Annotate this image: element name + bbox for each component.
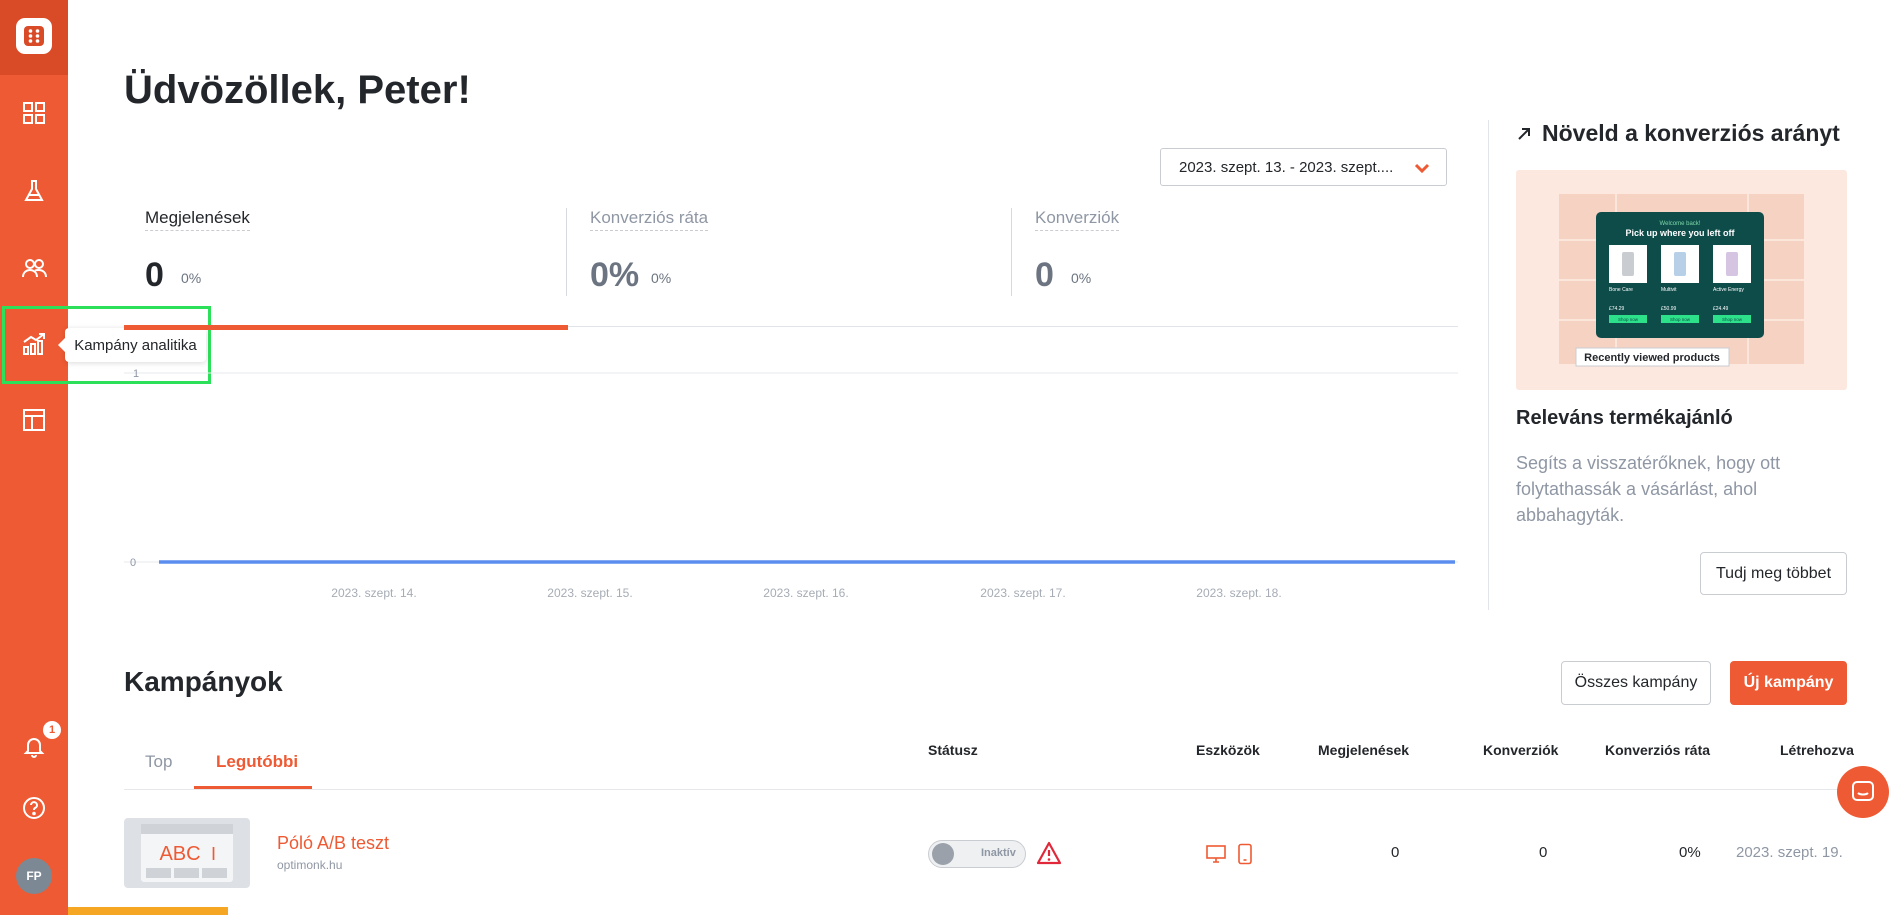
desktop-icon	[1206, 845, 1226, 863]
popup-preview-illustration: Welcome back! Pick up where you left off…	[1559, 194, 1804, 367]
active-kpi-indicator	[124, 325, 568, 330]
flask-icon	[24, 180, 44, 201]
nav-templates[interactable]	[0, 390, 68, 450]
page-title: Üdvözöllek, Peter!	[124, 68, 471, 112]
nav-help[interactable]	[0, 778, 68, 838]
column-header-devices[interactable]: Eszközök	[1196, 742, 1260, 758]
kpi-label: Konverziós ráta	[590, 208, 709, 231]
kpi-value: 0	[1035, 256, 1054, 294]
user-avatar[interactable]: FP	[16, 858, 52, 894]
x-tick-label: 2023. szept. 17.	[980, 586, 1065, 600]
chevron-down-icon	[1414, 163, 1430, 174]
learn-more-button[interactable]: Tudj meg többet	[1700, 552, 1847, 595]
product-price: £50.99	[1661, 306, 1677, 312]
kpi-label: Megjelenések	[145, 208, 250, 231]
logo-area[interactable]	[0, 0, 68, 75]
campaigns-title: Kampányok	[124, 666, 283, 697]
tab-top[interactable]: Top	[145, 752, 172, 772]
tab-recent[interactable]: Legutóbbi	[216, 752, 298, 772]
bell-icon	[23, 738, 45, 758]
campaign-preview-image: ABC I	[141, 824, 233, 882]
layout-icon	[23, 409, 45, 431]
product-name: Bone Care	[1609, 287, 1633, 293]
thumbnail-text: ABC	[159, 843, 200, 865]
kpi-value: 0%	[590, 256, 640, 294]
campaign-thumbnail[interactable]: ABC I	[124, 818, 250, 888]
campaign-conversions: 0	[1539, 844, 1548, 861]
kpi-label: Konverziók	[1035, 208, 1120, 231]
column-header-conversions[interactable]: Konverziók	[1483, 742, 1558, 758]
date-range-picker[interactable]: 2023. szept. 13. - 2023. szept....	[1160, 148, 1447, 186]
x-tick-label: 2023. szept. 16.	[763, 586, 848, 600]
recommendation-preview-image[interactable]: Welcome back! Pick up where you left off…	[1516, 170, 1847, 390]
all-campaigns-button[interactable]: Összes kampány	[1561, 661, 1711, 705]
campaign-domain: optimonk.hu	[277, 858, 343, 872]
recommendation-title: Növeld a konverziós arányt	[1516, 120, 1840, 147]
notification-badge: 1	[43, 721, 61, 739]
product-cta: Shop now	[1618, 317, 1639, 322]
kpi-divider	[566, 208, 567, 296]
status-toggle[interactable]: Inaktív	[928, 840, 1026, 868]
warning-icon[interactable]	[1036, 841, 1062, 865]
y-tick-label: 1	[133, 368, 139, 380]
kpi-conversion-rate[interactable]: Konverziós ráta 0% 0%	[590, 208, 990, 298]
popup-title-text: Pick up where you left off	[1625, 228, 1735, 238]
x-tick-label: 2023. szept. 15.	[547, 586, 632, 600]
column-header-created[interactable]: Létrehozva	[1780, 742, 1854, 758]
grid-icon	[23, 102, 45, 124]
product-cta: Shop now	[1722, 317, 1743, 322]
product-price: £74.29	[1609, 306, 1625, 312]
help-icon	[23, 797, 45, 819]
product-name: Active Energy	[1713, 287, 1744, 293]
users-icon	[22, 259, 47, 278]
toggle-knob	[932, 843, 954, 865]
product-price: £24.49	[1713, 306, 1729, 312]
recommendation-title-text: Növeld a konverziós arányt	[1542, 120, 1840, 146]
chat-icon	[1852, 781, 1874, 801]
product-cta: Shop now	[1670, 317, 1691, 322]
recommendation-heading: Releváns termékajánló	[1516, 407, 1733, 429]
popup-small-text: Welcome back!	[1660, 221, 1701, 227]
arrow-up-right-icon	[1518, 127, 1530, 140]
recommendation-description: Segíts a visszatérőknek, hogy ott folyta…	[1516, 453, 1781, 525]
kpi-change: 0%	[651, 270, 672, 286]
column-header-conversion-rate[interactable]: Konverziós ráta	[1605, 742, 1710, 758]
campaign-impressions: 0	[1391, 844, 1400, 861]
kpi-impressions[interactable]: Megjelenések 0 0%	[145, 208, 545, 298]
sidebar: 1 FP	[0, 0, 68, 915]
kpi-value: 0	[145, 256, 164, 294]
campaign-name-link[interactable]: Póló A/B teszt	[277, 833, 389, 854]
date-range-value: 2023. szept. 13. - 2023. szept....	[1179, 158, 1394, 176]
kpi-change: 0%	[181, 270, 202, 286]
recently-viewed-badge: Recently viewed products	[1584, 352, 1720, 364]
svg-text:I: I	[211, 844, 216, 864]
kpi-divider	[1011, 208, 1012, 296]
mobile-icon	[1238, 843, 1252, 865]
table-header-divider	[124, 789, 1844, 790]
campaign-created: 2023. szept. 19.	[1736, 844, 1843, 861]
status-label: Inaktív	[981, 847, 1016, 859]
y-tick-label: 0	[130, 557, 136, 569]
x-tick-label: 2023. szept. 18.	[1196, 586, 1281, 600]
nav-experiments[interactable]	[0, 161, 68, 221]
bottom-progress-strip	[68, 907, 228, 915]
column-header-status[interactable]: Státusz	[928, 742, 978, 758]
product-name: Multivit	[1661, 287, 1677, 293]
column-header-impressions[interactable]: Megjelenések	[1318, 742, 1409, 758]
panel-divider	[1488, 120, 1489, 610]
campaign-conversion-rate: 0%	[1679, 844, 1701, 861]
chat-button[interactable]	[1837, 766, 1889, 818]
x-tick-label: 2023. szept. 14.	[331, 586, 416, 600]
nav-dashboard[interactable]	[0, 83, 68, 143]
new-campaign-button[interactable]: Új kampány	[1730, 661, 1847, 705]
kpi-change: 0%	[1071, 270, 1092, 286]
app-logo-icon	[16, 18, 52, 54]
kpi-conversions[interactable]: Konverziók 0 0%	[1035, 208, 1435, 298]
line-chart: 1 0 2023. szept. 14. 2023. szept. 15. 20…	[124, 368, 1458, 600]
nav-audience[interactable]	[0, 238, 68, 298]
